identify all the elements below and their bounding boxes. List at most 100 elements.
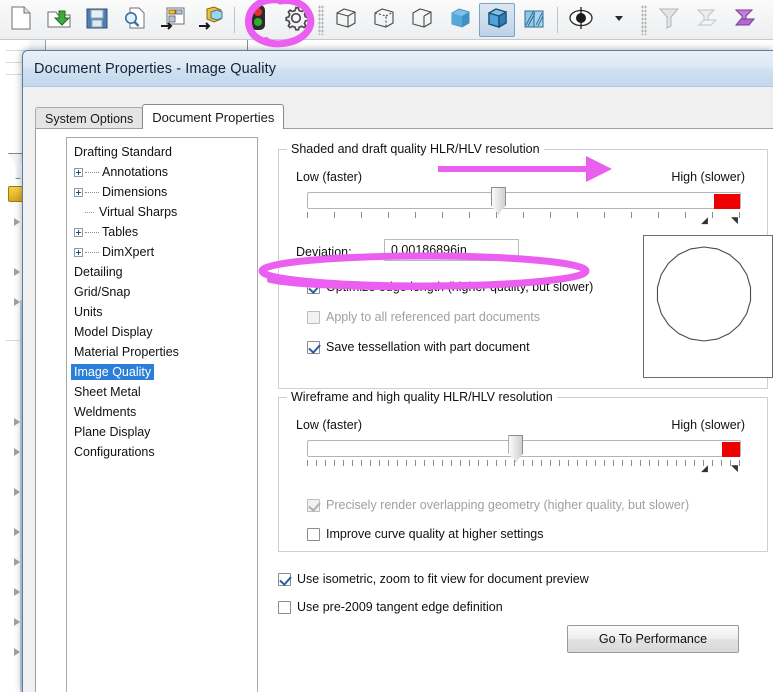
new-document-icon[interactable] <box>8 5 34 34</box>
toolbar-button-options-gear[interactable] <box>277 1 315 39</box>
precisely-render-overlapping-label: Precisely render overlapping geometry (h… <box>326 498 690 512</box>
toolbar-button-section-view[interactable] <box>515 1 553 39</box>
precisely-render-overlapping-checkbox-box <box>307 498 320 512</box>
toolbar-button-rebuild-traffic-light[interactable] <box>239 1 277 39</box>
background-tree-arrow-icon <box>14 268 20 276</box>
tree-expander-plus-icon[interactable] <box>71 167 85 177</box>
deviation-input[interactable]: 0.00186896in <box>384 239 519 261</box>
toolbar-button-display-hidden-lines-visible[interactable] <box>365 1 403 39</box>
toolbar-button-print-preview[interactable] <box>116 1 154 39</box>
pre-2009-tangent-edge-checkbox-box[interactable] <box>278 600 291 614</box>
wireframe-quality-slider-track[interactable] <box>307 440 741 457</box>
tree-item-virtual-sharps[interactable]: Virtual Sharps <box>67 202 257 222</box>
tree-item-dimensions[interactable]: Dimensions <box>67 182 257 202</box>
toolbar-button-new-document[interactable] <box>2 1 40 39</box>
shaded-slider-tickmark-a: ◢ <box>701 215 708 225</box>
appearances-scenes-icon[interactable] <box>733 6 757 33</box>
display-shaded-with-edges-icon[interactable] <box>484 5 510 34</box>
tree-item-detailing[interactable]: Detailing <box>67 262 257 282</box>
toolbar-button-appearances-scenes[interactable] <box>726 1 764 39</box>
open-folder-icon[interactable] <box>46 5 72 34</box>
save-icon[interactable] <box>84 5 110 34</box>
rebuild-traffic-light-icon[interactable] <box>249 4 267 35</box>
wireframe-quality-group-label: Wireframe and high quality HLR/HLV resol… <box>287 390 557 404</box>
tree-item-plane-display[interactable]: Plane Display <box>67 422 257 442</box>
toolbar-button-make-assembly-from-part[interactable] <box>192 1 230 39</box>
tree-item-units[interactable]: Units <box>67 302 257 322</box>
tree-item-annotations[interactable]: Annotations <box>67 162 257 182</box>
shaded-quality-slider-thumb[interactable] <box>490 187 506 214</box>
display-wireframe-icon[interactable] <box>333 5 359 34</box>
tree-item-configurations[interactable]: Configurations <box>67 442 257 462</box>
display-shaded-icon[interactable] <box>447 5 473 34</box>
use-isometric-preview-checkbox-box[interactable] <box>278 572 291 586</box>
section-view-icon[interactable] <box>521 5 547 34</box>
improve-curve-quality-checkbox[interactable]: Improve curve quality at higher settings <box>307 527 543 541</box>
toolbar-button-display-wireframe[interactable] <box>327 1 365 39</box>
pre-2009-tangent-edge-checkbox[interactable]: Use pre-2009 tangent edge definition <box>278 600 503 614</box>
go-to-performance-button[interactable]: Go To Performance <box>567 625 739 653</box>
tree-item-drafting-standard[interactable]: Drafting Standard <box>67 142 257 162</box>
tree-item-label: DimXpert <box>102 245 155 259</box>
tree-item-tables[interactable]: Tables <box>67 222 257 242</box>
toolbar-button-view-orientation[interactable] <box>562 1 600 39</box>
toolbar-button-appearance-filter[interactable] <box>688 1 726 39</box>
optimize-edge-length-checkbox[interactable]: Optimize edge length (higher quality, bu… <box>307 280 593 294</box>
tree-expander-plus-icon[interactable] <box>71 247 85 257</box>
precisely-render-overlapping-checkbox: Precisely render overlapping geometry (h… <box>307 498 689 512</box>
shaded-slider-ticks <box>307 212 741 220</box>
tree-item-material-properties[interactable]: Material Properties <box>67 342 257 362</box>
tree-item-grid-snap[interactable]: Grid/Snap <box>67 282 257 302</box>
toolbar-button-display-shaded-with-edges[interactable] <box>479 2 515 37</box>
tree-item-label: Model Display <box>74 325 153 339</box>
make-drawing-from-part-icon[interactable] <box>160 5 186 34</box>
optimize-edge-length-checkbox-box[interactable] <box>307 280 320 294</box>
tree-item-sheet-metal[interactable]: Sheet Metal <box>67 382 257 402</box>
tab-document-properties[interactable]: Document Properties <box>142 104 285 129</box>
pre-2009-tangent-edge-label: Use pre-2009 tangent edge definition <box>297 600 503 614</box>
options-gear-icon[interactable] <box>282 4 310 35</box>
tree-connector <box>85 171 99 173</box>
print-preview-icon[interactable] <box>122 5 148 34</box>
tree-connector <box>85 211 94 213</box>
document-properties-dialog: Document Properties - Image Quality Syst… <box>22 50 773 692</box>
toolbar-button-display-shaded[interactable] <box>441 1 479 39</box>
settings-tree[interactable]: Drafting Standard Annotations Dimensions Vi… <box>66 137 258 692</box>
tree-item-weldments[interactable]: Weldments <box>67 402 257 422</box>
appearance-filter-icon[interactable] <box>695 6 719 33</box>
view-orientation-icon[interactable] <box>568 5 594 34</box>
save-tessellation-checkbox[interactable]: Save tessellation with part document <box>307 340 530 354</box>
toolbar-button-display-hidden-lines-removed[interactable] <box>403 1 441 39</box>
toolbar-button-save[interactable] <box>78 1 116 39</box>
tab-system-options[interactable]: System Options <box>35 107 144 129</box>
tree-item-label: Detailing <box>74 265 123 279</box>
wireframe-quality-slider-thumb[interactable] <box>508 435 524 462</box>
toolbar-grip[interactable] <box>318 4 324 35</box>
wireframe-slider-low-label: Low (faster) <box>296 418 362 432</box>
view-orientation-dropdown-arrow-icon[interactable] <box>613 12 625 27</box>
tree-item-label: Virtual Sharps <box>99 205 178 219</box>
make-assembly-from-part-icon[interactable] <box>198 5 224 34</box>
tree-expander-plus-icon[interactable] <box>71 187 85 197</box>
tree-item-label: Sheet Metal <box>74 385 141 399</box>
toolbar-grip[interactable] <box>641 4 647 35</box>
main-toolbar <box>0 0 773 40</box>
toolbar-button-draft-quality-filter[interactable] <box>650 1 688 39</box>
wireframe-slider-tickmark-a: ◢ <box>701 463 708 473</box>
save-tessellation-checkbox-box[interactable] <box>307 340 320 354</box>
toolbar-button-view-orientation-dropdown-arrow[interactable] <box>600 1 638 39</box>
tree-expander-plus-icon[interactable] <box>71 227 85 237</box>
tree-item-dimxpert[interactable]: DimXpert <box>67 242 257 262</box>
dialog-body: System Options Document Properties Drafti… <box>23 88 773 692</box>
shaded-quality-group: Shaded and draft quality HLR/HLV resolut… <box>278 142 773 389</box>
toolbar-button-open-folder[interactable] <box>40 1 78 39</box>
improve-curve-quality-checkbox-box[interactable] <box>307 527 320 541</box>
draft-quality-filter-icon[interactable] <box>657 6 681 33</box>
tree-item-model-display[interactable]: Model Display <box>67 322 257 342</box>
toolbar-button-make-drawing-from-part[interactable] <box>154 1 192 39</box>
shaded-quality-slider-track[interactable] <box>307 192 741 209</box>
display-hidden-lines-visible-icon[interactable] <box>371 5 397 34</box>
use-isometric-preview-checkbox[interactable]: Use isometric, zoom to fit view for docu… <box>278 572 589 586</box>
tree-item-image-quality[interactable]: Image Quality <box>67 362 257 382</box>
display-hidden-lines-removed-icon[interactable] <box>409 5 435 34</box>
